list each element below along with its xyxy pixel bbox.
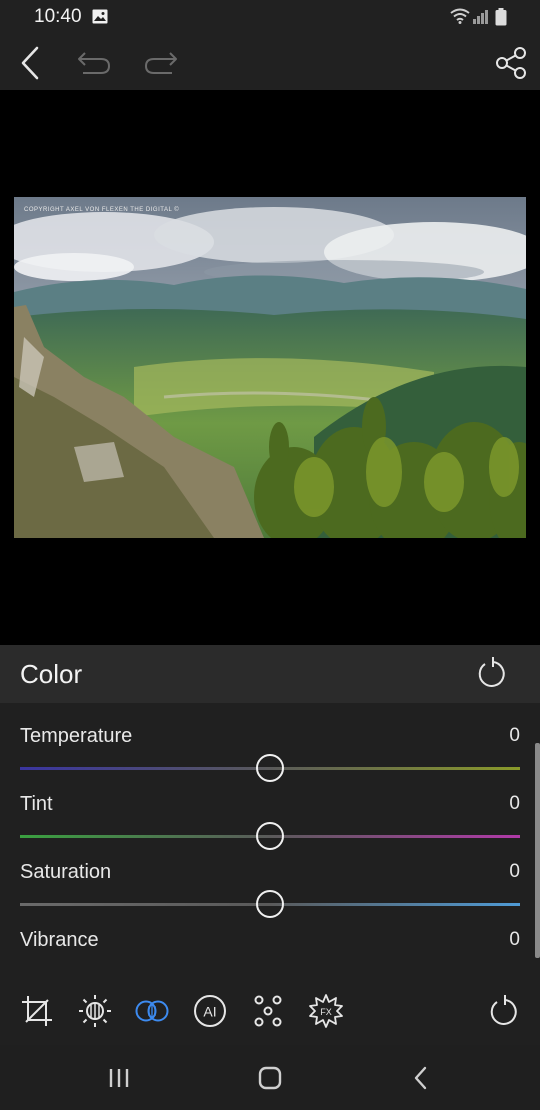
saturation-slider-thumb[interactable] [256,890,284,918]
redo-icon[interactable] [141,36,181,90]
vibrance-value: 0 [509,929,520,950]
saturation-value: 0 [509,861,520,882]
tint-slider-thumb[interactable] [256,822,284,850]
panel-scrollbar[interactable] [535,743,540,958]
battery-icon [495,8,507,31]
light-icon[interactable] [75,985,115,1037]
home-icon[interactable] [230,1045,310,1110]
back-arrow-icon[interactable] [10,36,50,90]
undo-icon[interactable] [74,36,114,90]
temperature-slider-thumb[interactable] [256,754,284,782]
detail-icon[interactable] [248,985,288,1037]
vibrance-label: Vibrance [20,929,99,951]
photo-watermark: COPYRIGHT AXEL VON FLEXEN THE DIGITAL © [24,207,180,213]
tint-value: 0 [509,793,520,814]
temperature-value: 0 [509,725,520,746]
gallery-icon [92,9,108,29]
saturation-label: Saturation [20,861,112,883]
svg-text:AI: AI [203,1004,216,1020]
effects-icon[interactable]: FX [306,985,346,1037]
editor-toolbar [0,36,540,90]
status-time: 10:40 [34,6,82,27]
ai-icon[interactable]: AI [190,985,230,1037]
panel-title: Color [20,659,83,689]
tint-label: Tint [20,793,53,815]
photo-preview[interactable] [14,197,526,538]
system-nav-bar [0,1045,540,1110]
temperature-label: Temperature [20,725,133,747]
crop-icon[interactable] [17,985,57,1037]
share-icon[interactable] [490,36,532,90]
back-icon[interactable] [381,1045,461,1110]
wifi-icon [450,8,470,29]
reset-icon[interactable] [472,655,510,698]
signal-icon [473,9,489,29]
reset-all-icon[interactable] [483,985,523,1037]
svg-text:FX: FX [320,1007,332,1017]
tool-bar: AI FX [0,985,540,1037]
color-icon[interactable] [132,985,172,1037]
recents-icon[interactable] [79,1045,159,1110]
